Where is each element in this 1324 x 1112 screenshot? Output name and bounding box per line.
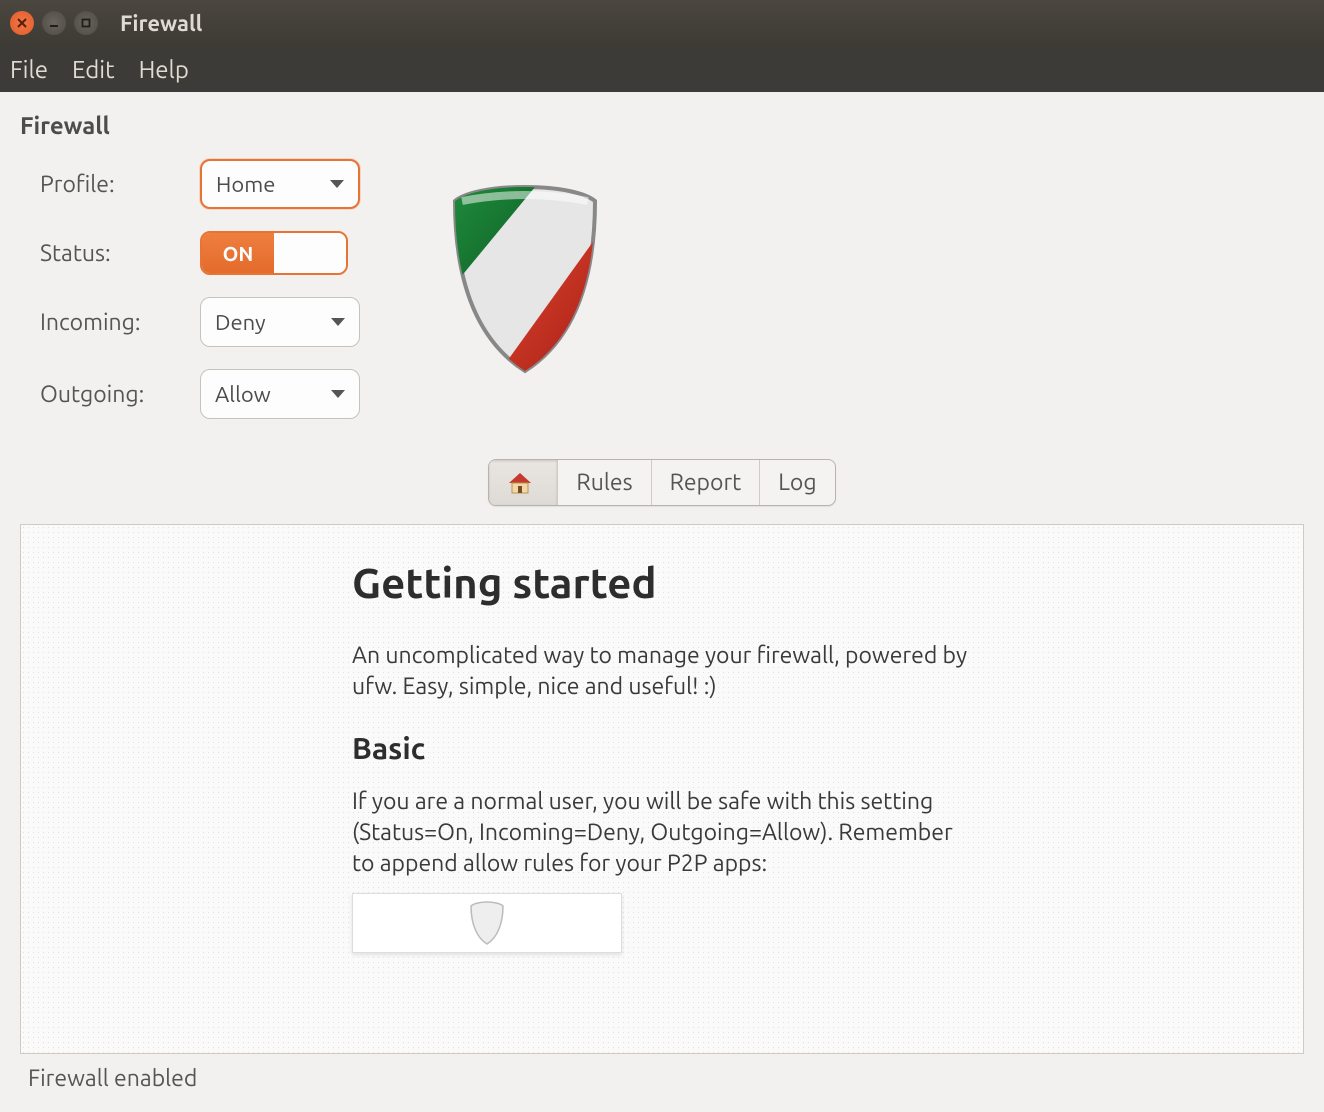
profile-dropdown[interactable]: Home — [200, 159, 360, 209]
minimize-icon — [49, 18, 59, 28]
outgoing-label: Outgoing: — [40, 382, 200, 407]
tabs: Rules Report Log — [20, 459, 1304, 506]
incoming-label: Incoming: — [40, 310, 200, 335]
window-title: Firewall — [120, 11, 202, 36]
profile-value: Home — [216, 172, 275, 197]
close-icon — [17, 18, 27, 28]
incoming-dropdown[interactable]: Deny — [200, 297, 360, 347]
statusbar: Firewall enabled — [0, 1054, 1324, 1103]
tab-rules[interactable]: Rules — [557, 460, 650, 505]
doc-heading: Getting started — [352, 555, 972, 612]
home-icon — [507, 471, 533, 495]
outgoing-value: Allow — [215, 382, 271, 407]
doc-intro: An uncomplicated way to manage your fire… — [352, 640, 972, 702]
doc-subheading: Basic — [352, 728, 972, 769]
menu-edit[interactable]: Edit — [72, 56, 115, 83]
doc-inner: Getting started An uncomplicated way to … — [352, 555, 972, 953]
chevron-down-icon — [330, 180, 344, 188]
maximize-icon — [81, 18, 91, 28]
tab-log[interactable]: Log — [759, 460, 834, 505]
statusbar-text: Firewall enabled — [28, 1066, 197, 1091]
tab-report[interactable]: Report — [651, 460, 760, 505]
tab-home[interactable] — [489, 460, 557, 505]
outgoing-dropdown[interactable]: Allow — [200, 369, 360, 419]
tab-log-label: Log — [778, 470, 816, 495]
menu-help[interactable]: Help — [139, 56, 189, 83]
shield-icon — [467, 900, 507, 946]
tab-rules-label: Rules — [576, 470, 632, 495]
doc-screenshot-thumbnail — [352, 893, 622, 953]
window-close-button[interactable] — [10, 11, 34, 35]
profile-label: Profile: — [40, 172, 200, 197]
titlebar: Firewall — [0, 0, 1324, 46]
status-toggle-off — [274, 233, 346, 273]
menubar: File Edit Help — [0, 46, 1324, 92]
settings-grid: Profile: Home Status: ON Incoming: Deny … — [20, 159, 360, 419]
doc-panel[interactable]: Getting started An uncomplicated way to … — [20, 524, 1304, 1054]
status-label: Status: — [40, 241, 200, 266]
doc-basic-text: If you are a normal user, you will be sa… — [352, 786, 972, 879]
status-toggle-on: ON — [202, 233, 274, 273]
incoming-value: Deny — [215, 310, 266, 335]
menu-file[interactable]: File — [10, 56, 48, 83]
status-toggle[interactable]: ON — [200, 231, 348, 275]
window-minimize-button[interactable] — [42, 11, 66, 35]
chevron-down-icon — [331, 390, 345, 398]
shield-icon — [440, 159, 610, 383]
section-title: Firewall — [20, 112, 1304, 139]
settings-row: Profile: Home Status: ON Incoming: Deny … — [20, 159, 1304, 419]
window-maximize-button[interactable] — [74, 11, 98, 35]
chevron-down-icon — [331, 318, 345, 326]
content: Firewall Profile: Home Status: ON Incomi… — [0, 92, 1324, 1054]
tab-report-label: Report — [670, 470, 742, 495]
tab-group: Rules Report Log — [488, 459, 835, 506]
